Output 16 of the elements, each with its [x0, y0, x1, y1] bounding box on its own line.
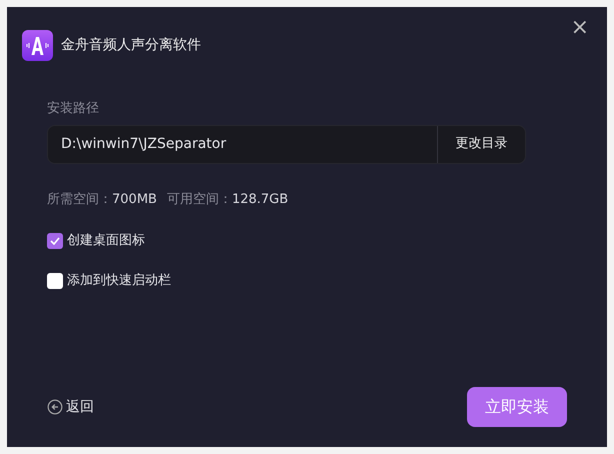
checkbox-label[interactable]: 创建桌面图标	[67, 231, 145, 251]
space-label: 所需空间：	[47, 190, 112, 208]
checkbox-label[interactable]: 添加到快速启动栏	[67, 271, 171, 291]
app-logo-icon	[22, 30, 53, 60]
back-button[interactable]: 返回	[47, 396, 94, 418]
checkbox[interactable]	[47, 233, 63, 249]
close-button[interactable]: ×	[566, 17, 593, 39]
space-value: 128.7GB	[232, 190, 288, 208]
install-path-label: 安装路径	[47, 100, 100, 118]
space-value: 700MB	[112, 190, 157, 208]
checkmark-icon	[50, 237, 60, 245]
checkbox[interactable]	[47, 273, 63, 289]
install-path-field[interactable]: D:\winwin7\JZSeparator 更改目录	[47, 124, 526, 164]
change-directory-button[interactable]: 更改目录	[437, 126, 525, 162]
space-label: 可用空间：	[166, 190, 232, 208]
window-title: 金舟音频人声分离软件	[61, 36, 201, 54]
